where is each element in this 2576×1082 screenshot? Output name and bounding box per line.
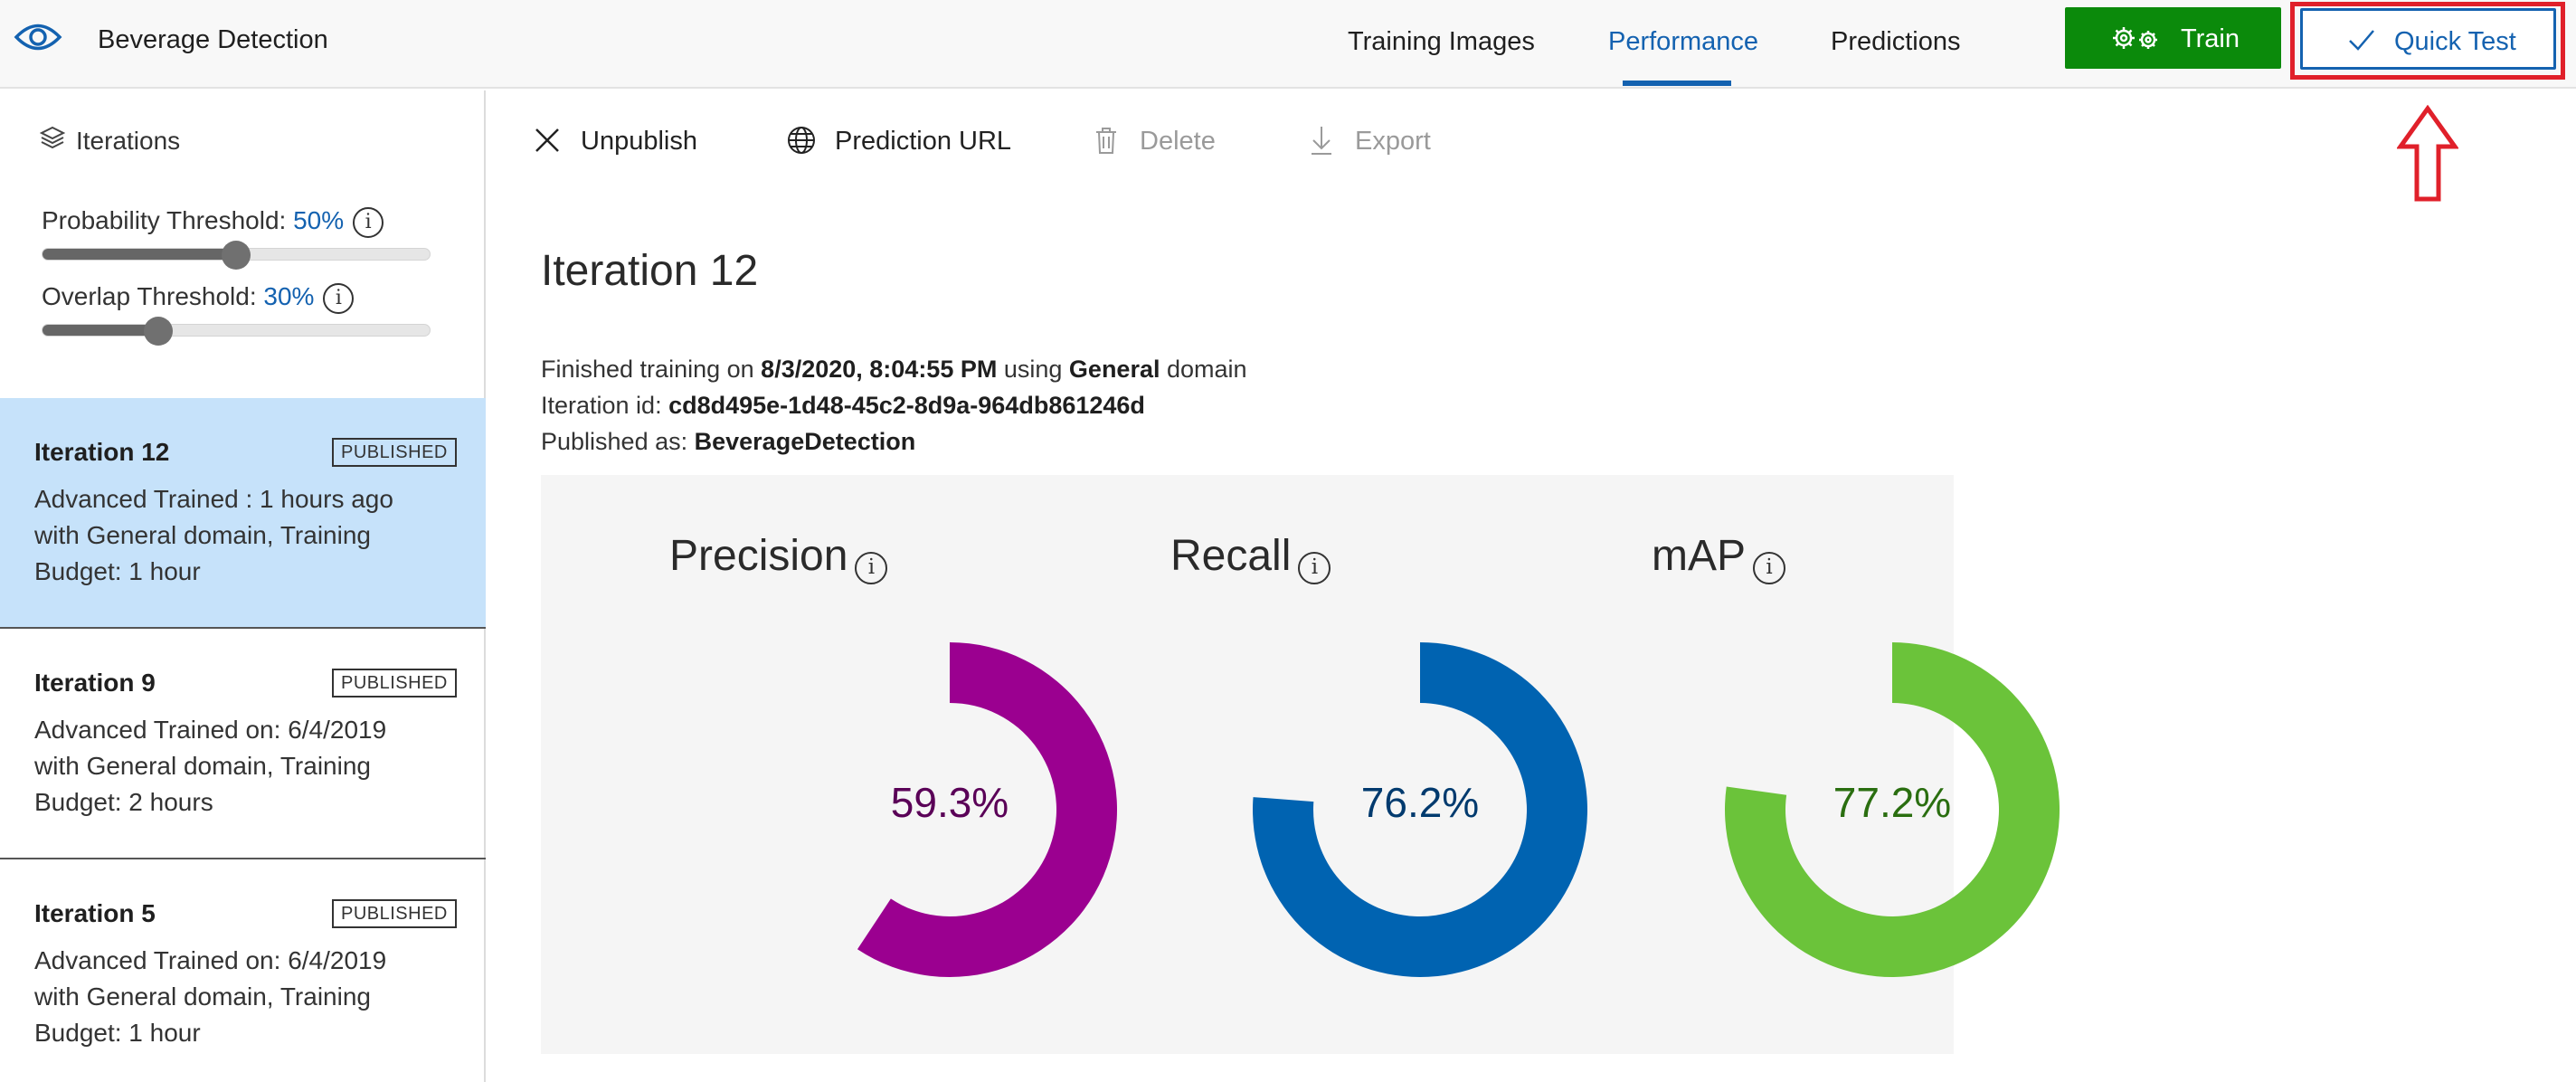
info-icon[interactable]: i: [323, 282, 355, 314]
iteration-item-12[interactable]: Iteration 12 PUBLISHED Advanced Trained …: [0, 398, 486, 629]
globe-icon: [788, 127, 815, 154]
iteration-description: Advanced Trained on: 6/4/2019 with Gener…: [34, 716, 387, 816]
iteration-id-label: Iteration id:: [541, 392, 662, 419]
app-title: Beverage Detection: [98, 25, 328, 54]
map-title: mAP i: [1652, 531, 1786, 584]
export-label: Export: [1355, 127, 1431, 156]
tab-predictions[interactable]: Predictions: [1831, 27, 1960, 57]
published-badge: PUBLISHED: [332, 438, 457, 467]
top-header: Beverage Detection Training Images Perfo…: [0, 0, 2576, 89]
overlap-threshold-text: Overlap Threshold:: [42, 282, 257, 310]
recall-donut: 76.2%: [1248, 638, 1592, 982]
info-icon[interactable]: i: [855, 552, 888, 584]
slider-fill: [43, 249, 236, 260]
iteration-item-9[interactable]: Iteration 9 PUBLISHED Advanced Trained o…: [0, 629, 486, 859]
tab-training-images[interactable]: Training Images: [1348, 27, 1535, 57]
close-icon: [535, 128, 559, 152]
iteration-id-line: Iteration id: cd8d495e-1d48-45c2-8d9a-96…: [541, 392, 1145, 420]
using-text: using: [1003, 356, 1063, 383]
metric-name: mAP: [1652, 532, 1747, 580]
published-badge: PUBLISHED: [332, 899, 457, 928]
slider-fill: [43, 325, 159, 336]
unpublish-label: Unpublish: [581, 127, 697, 156]
published-as-line: Published as: BeverageDetection: [541, 428, 915, 456]
probability-threshold-text: Probability Threshold:: [42, 206, 287, 234]
probability-threshold-label: Probability Threshold: 50% i: [42, 206, 384, 238]
iterations-heading: Iterations: [76, 127, 181, 155]
train-label: Train: [2181, 24, 2240, 53]
layers-icon: [40, 126, 65, 149]
published-as-value: BeverageDetection: [694, 428, 916, 455]
overlap-threshold-label: Overlap Threshold: 30% i: [42, 282, 355, 314]
slider-thumb[interactable]: [144, 317, 174, 346]
probability-threshold-value: 50%: [293, 206, 345, 234]
precision-value: 59.3%: [890, 779, 1009, 826]
iterations-sidebar: Iterations Probability Threshold: 50% i O…: [0, 90, 486, 1082]
metric-name: Precision: [669, 532, 848, 580]
info-icon[interactable]: i: [353, 206, 384, 238]
recall-title: Recall i: [1170, 531, 1331, 584]
map-donut: 77.2%: [1720, 638, 2064, 982]
finished-training-line: Finished training on 8/3/2020, 8:04:55 P…: [541, 356, 1247, 384]
iteration-description: Advanced Trained : 1 hours ago with Gene…: [34, 485, 393, 585]
map-value: 77.2%: [1833, 779, 1952, 826]
iteration-name: Iteration 5: [34, 899, 156, 927]
gears-icon: [2113, 27, 2157, 49]
probability-threshold-slider[interactable]: [42, 241, 431, 270]
prediction-url-label: Prediction URL: [835, 127, 1012, 156]
slider-thumb[interactable]: [222, 241, 251, 270]
iteration-id-value: cd8d495e-1d48-45c2-8d9a-964db861246d: [668, 392, 1145, 419]
arrow-up-icon: [2397, 105, 2458, 202]
precision-title: Precision i: [669, 531, 888, 584]
download-icon: [1312, 127, 1331, 155]
domain-name: General: [1068, 356, 1160, 383]
iteration-item-5[interactable]: Iteration 5 PUBLISHED Advanced Trained o…: [0, 859, 486, 1082]
trash-icon: [1096, 128, 1116, 154]
overlap-threshold-value: 30%: [263, 282, 315, 310]
eye-icon[interactable]: [13, 18, 63, 56]
metrics-panel: Precision i Recall i mAP i 59.3% 76.2% 77.2…: [541, 475, 2060, 1054]
published-as-label: Published as:: [541, 428, 688, 455]
finished-prefix: Finished training on: [541, 356, 754, 383]
metric-name: Recall: [1170, 532, 1292, 580]
train-button[interactable]: Train: [2065, 7, 2281, 69]
active-tab-indicator: [1623, 81, 1731, 86]
iteration-name: Iteration 12: [34, 438, 170, 466]
tab-performance[interactable]: Performance: [1608, 27, 1758, 57]
checkmark-icon: [2349, 30, 2374, 51]
domain-suffix: domain: [1167, 356, 1247, 383]
recall-value: 76.2%: [1360, 779, 1480, 826]
overlap-threshold-slider[interactable]: [42, 317, 431, 346]
quick-test-button[interactable]: Quick Test: [2300, 8, 2556, 70]
published-badge: PUBLISHED: [332, 669, 457, 698]
iteration-title: Iteration 12: [541, 247, 759, 295]
delete-label: Delete: [1140, 127, 1216, 156]
finished-date: 8/3/2020, 8:04:55 PM: [761, 356, 998, 383]
quick-test-label: Quick Test: [2394, 27, 2516, 56]
iteration-description: Advanced Trained on: 6/4/2019 with Gener…: [34, 946, 387, 1047]
info-icon[interactable]: i: [1298, 552, 1331, 584]
iteration-name: Iteration 9: [34, 669, 156, 697]
precision-donut: 59.3%: [778, 638, 1122, 982]
info-icon[interactable]: i: [1753, 552, 1786, 584]
